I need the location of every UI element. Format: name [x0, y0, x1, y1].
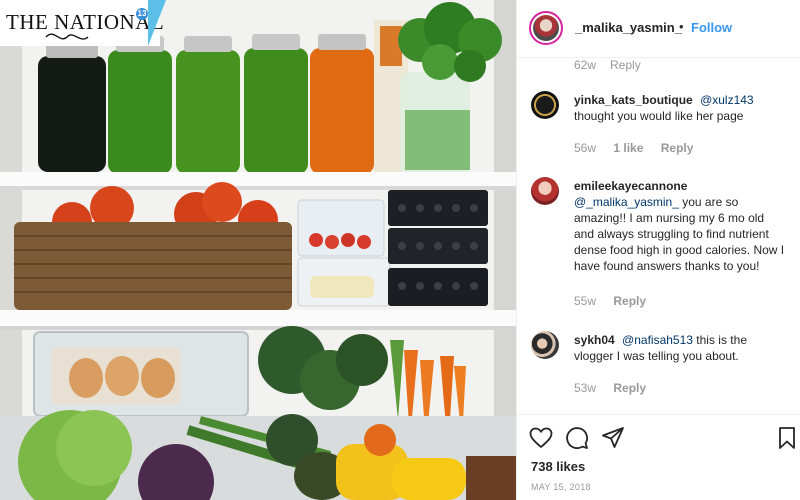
comment-meta: 56w 1 like Reply [574, 141, 707, 155]
follow-button[interactable]: Follow [691, 20, 732, 35]
heart-icon[interactable] [529, 426, 553, 450]
reply-button[interactable]: Reply [661, 141, 694, 155]
header-separator: • [679, 19, 684, 34]
reply-button[interactable]: Reply [613, 294, 646, 308]
post-side-panel: _malika_yasmin_ • Follow 62w Reply yinka_… [516, 0, 800, 500]
commenter-username[interactable]: yinka_kats_boutique [574, 93, 693, 107]
post-image[interactable]: THE NATIONAL 13 [0, 0, 516, 500]
reply-button[interactable]: Reply [610, 58, 641, 72]
comment-mention[interactable]: @nafisah513 [622, 333, 693, 347]
author-avatar[interactable] [529, 11, 563, 45]
reply-button[interactable]: Reply [613, 381, 646, 395]
actions-divider [517, 414, 800, 415]
commenter-username[interactable]: sykh04 [574, 333, 615, 347]
comment-meta: 53w Reply [574, 381, 660, 395]
comment-text: thought you would like her page [574, 109, 744, 123]
logo-accent-shape [148, 0, 166, 46]
commenter-avatar[interactable] [531, 91, 559, 119]
fridge-photo [0, 0, 516, 500]
post-actions [529, 426, 799, 452]
comment-body: sykh04 @nafisah513 this is the vlogger I… [574, 332, 786, 364]
author-username[interactable]: _malika_yasmin_ [575, 20, 682, 35]
comment-bubble-icon[interactable] [565, 426, 589, 450]
commenter-username[interactable]: emileekayecannone [574, 179, 687, 193]
comment-body: yinka_kats_boutique @xulz143 thought you… [574, 92, 786, 124]
comment-time: 55w [574, 294, 597, 308]
paper-plane-icon[interactable] [601, 426, 625, 450]
cut-off-comment-meta: 62w Reply [574, 58, 655, 72]
commenter-avatar[interactable] [531, 331, 559, 359]
author-avatar-image [533, 15, 559, 41]
commenter-avatar[interactable] [531, 177, 559, 205]
bookmark-icon[interactable] [775, 426, 799, 450]
comment-time: 56w [574, 141, 597, 155]
brand-logo: THE NATIONAL 13 [0, 0, 164, 46]
comment-meta: 55w Reply [574, 294, 660, 308]
comment-time: 62w [574, 58, 597, 72]
post-like-count[interactable]: 738 likes [531, 459, 585, 474]
comment-body: emileekayecannone @_malika_yasmin_ you a… [574, 178, 786, 274]
comment-mention[interactable]: @xulz143 [700, 93, 754, 107]
logo-swash-icon [45, 33, 89, 40]
post-header: _malika_yasmin_ • Follow [517, 0, 800, 58]
post-date[interactable]: MAY 15, 2018 [531, 482, 591, 492]
logo-badge: 13 [136, 8, 148, 20]
comment-likes[interactable]: 1 like [613, 141, 643, 155]
comment-time: 53w [574, 381, 597, 395]
comment-mention[interactable]: @_malika_yasmin_ [574, 195, 679, 209]
